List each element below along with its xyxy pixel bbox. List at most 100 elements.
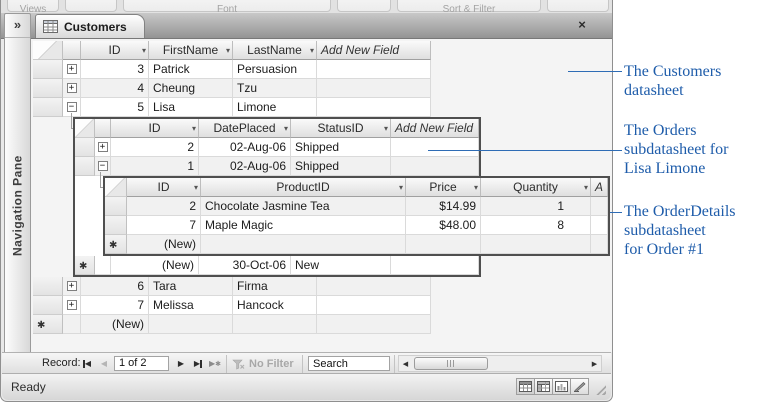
cell-add-new[interactable]: [317, 315, 431, 334]
dropdown-icon[interactable]: ▾: [142, 42, 146, 60]
expand-plus-icon[interactable]: +: [67, 64, 77, 74]
cell-add-new[interactable]: [391, 256, 479, 275]
no-filter-button[interactable]: No Filter: [232, 356, 294, 372]
cell-add-new[interactable]: [591, 197, 608, 216]
select-all-corner[interactable]: [105, 178, 127, 197]
cell-firstname[interactable]: Patrick: [149, 60, 233, 79]
cell-id[interactable]: 4: [81, 79, 149, 98]
row-selector[interactable]: [75, 138, 95, 157]
next-record-button[interactable]: ▶: [173, 356, 189, 371]
cell-dateplaced[interactable]: 30-Oct-06: [199, 256, 291, 275]
dropdown-icon[interactable]: ▾: [192, 120, 196, 138]
cell-add-new[interactable]: [591, 235, 608, 254]
expand-plus-icon[interactable]: +: [98, 142, 108, 152]
dropdown-icon[interactable]: ▾: [226, 42, 230, 60]
collapse-minus-icon[interactable]: −: [98, 161, 108, 171]
cell-firstname[interactable]: Cheung: [149, 79, 233, 98]
cell-add-new[interactable]: [391, 138, 479, 157]
row-selector[interactable]: ✱: [33, 315, 63, 334]
last-record-button[interactable]: ▶: [190, 356, 206, 371]
cell-quantity[interactable]: [481, 235, 591, 254]
cell-id[interactable]: (New): [81, 315, 149, 334]
scrollbar-thumb[interactable]: [414, 357, 488, 370]
dropdown-icon[interactable]: ▾: [584, 179, 588, 197]
cell-add-new[interactable]: [317, 60, 431, 79]
row-selector[interactable]: [33, 296, 63, 315]
cell-lastname[interactable]: [233, 315, 317, 334]
expand-plus-icon[interactable]: +: [67, 83, 77, 93]
cell-id[interactable]: 3: [81, 60, 149, 79]
cell-price[interactable]: [406, 235, 481, 254]
cell-id[interactable]: 6: [81, 277, 149, 296]
column-header-add-new-field[interactable]: Add New Field: [317, 41, 431, 60]
row-selector[interactable]: [105, 216, 127, 235]
cell-add-new[interactable]: [591, 216, 608, 235]
expand-plus-icon[interactable]: +: [67, 300, 77, 310]
record-position-box[interactable]: 1 of 2: [114, 356, 169, 371]
expand-pane-icon[interactable]: »: [5, 14, 30, 38]
cell-lastname[interactable]: Tzu: [233, 79, 317, 98]
pivottable-view-button[interactable]: [534, 378, 553, 395]
row-selector[interactable]: [33, 98, 63, 117]
row-selector[interactable]: ✱: [75, 256, 95, 275]
cell-add-new[interactable]: [317, 277, 431, 296]
cell-lastname[interactable]: Persuasion: [233, 60, 317, 79]
resize-grip-icon[interactable]: [594, 383, 606, 395]
cell-dateplaced[interactable]: 02-Aug-06: [199, 138, 291, 157]
cell-lastname[interactable]: Hancock: [233, 296, 317, 315]
cell-id[interactable]: (New): [111, 256, 199, 275]
cell-add-new[interactable]: [317, 79, 431, 98]
column-header-productid[interactable]: ProductID▾: [201, 178, 406, 197]
column-header-id[interactable]: ID▾: [81, 41, 149, 60]
cell-quantity[interactable]: 8: [481, 216, 591, 235]
cell-dateplaced[interactable]: 02-Aug-06: [199, 157, 291, 176]
column-header-add-new-field[interactable]: A: [591, 178, 608, 197]
horizontal-scrollbar[interactable]: ◀ ▶: [398, 355, 602, 372]
cell-add-new[interactable]: [317, 98, 431, 117]
dropdown-icon[interactable]: ▾: [310, 42, 314, 60]
column-header-dateplaced[interactable]: DatePlaced▾: [199, 119, 291, 138]
row-selector[interactable]: [33, 60, 63, 79]
select-all-corner[interactable]: [75, 119, 95, 138]
cell-add-new[interactable]: [391, 157, 479, 176]
cell-price[interactable]: $14.99: [406, 197, 481, 216]
cell-statusid[interactable]: Shipped: [291, 138, 391, 157]
scroll-right-icon[interactable]: ▶: [588, 356, 601, 371]
row-selector[interactable]: [33, 277, 63, 296]
cell-id[interactable]: 2: [111, 138, 199, 157]
column-header-lastname[interactable]: LastName▾: [233, 41, 317, 60]
cell-productid[interactable]: Maple Magic: [201, 216, 406, 235]
cell-firstname[interactable]: [149, 315, 233, 334]
cell-statusid[interactable]: New: [291, 256, 391, 275]
row-selector[interactable]: [33, 79, 63, 98]
cell-firstname[interactable]: Melissa: [149, 296, 233, 315]
new-record-button[interactable]: ▶✱: [207, 356, 223, 371]
design-view-button[interactable]: [570, 378, 589, 395]
dropdown-icon[interactable]: ▾: [474, 179, 478, 197]
column-header-id[interactable]: ID▾: [111, 119, 199, 138]
cell-id[interactable]: 5: [81, 98, 149, 117]
row-selector[interactable]: [75, 157, 95, 176]
first-record-button[interactable]: ◀: [79, 356, 95, 371]
cell-add-new[interactable]: [317, 296, 431, 315]
cell-lastname[interactable]: Firma: [233, 277, 317, 296]
column-header-add-new-field[interactable]: Add New Field: [391, 119, 479, 138]
previous-record-button[interactable]: ◀: [96, 356, 112, 371]
row-selector[interactable]: ✱: [105, 235, 127, 254]
column-header-price[interactable]: Price▾: [406, 178, 481, 197]
cell-firstname[interactable]: Lisa: [149, 98, 233, 117]
cell-id[interactable]: 2: [127, 197, 201, 216]
column-header-quantity[interactable]: Quantity▾: [481, 178, 591, 197]
dropdown-icon[interactable]: ▾: [284, 120, 288, 138]
cell-id[interactable]: 7: [81, 296, 149, 315]
dropdown-icon[interactable]: ▾: [399, 179, 403, 197]
column-header-firstname[interactable]: FirstName▾: [149, 41, 233, 60]
column-header-statusid[interactable]: StatusID▾: [291, 119, 391, 138]
cell-productid[interactable]: [201, 235, 406, 254]
navigation-pane-collapsed[interactable]: » Navigation Pane: [4, 13, 31, 374]
cell-statusid[interactable]: Shipped: [291, 157, 391, 176]
tab-customers[interactable]: Customers: [35, 14, 145, 38]
cell-id[interactable]: 7: [127, 216, 201, 235]
cell-lastname[interactable]: Limone: [233, 98, 317, 117]
datasheet-view-button[interactable]: [516, 378, 535, 395]
